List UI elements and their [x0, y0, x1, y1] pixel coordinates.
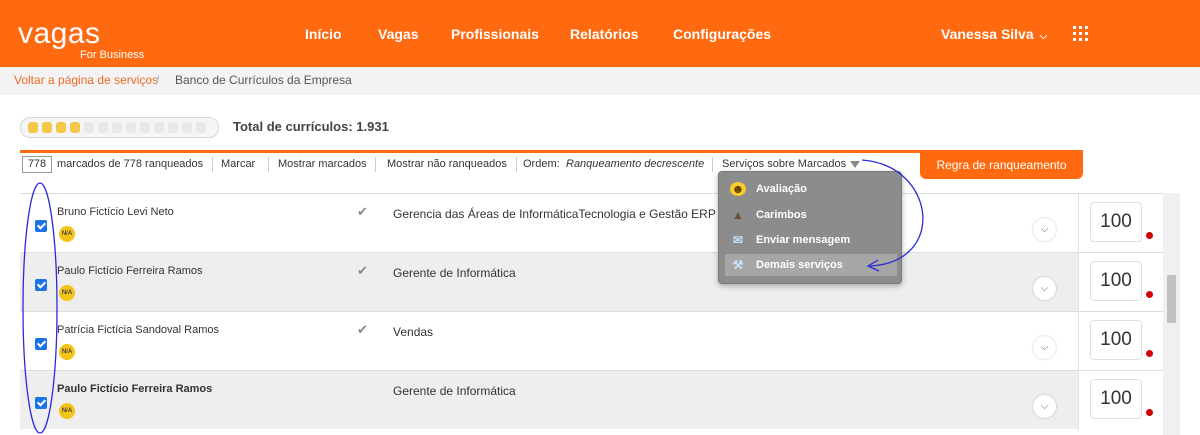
loading-progress-bar	[20, 117, 219, 138]
nav-inicio[interactable]: Início	[305, 26, 342, 42]
stamp-icon: ▲	[732, 208, 744, 222]
status-dot	[1146, 350, 1153, 357]
expand-chevron-icon[interactable]: ⌵	[1033, 218, 1056, 241]
nav-vagas[interactable]: Vagas	[378, 26, 418, 42]
logo-word: vagas	[18, 17, 101, 50]
marked-count-field[interactable]: 778	[22, 156, 52, 173]
table-row: Paulo Fictício Ferreira Ramos N/A ✔ Gere…	[20, 252, 1163, 312]
candidate-role: Gerente de Informática	[393, 384, 516, 398]
vertical-scrollbar[interactable]	[1163, 193, 1180, 435]
na-badge: N/A	[59, 226, 75, 242]
total-resumes: Total de currículos: 1.931	[233, 119, 389, 134]
na-badge: N/A	[59, 285, 75, 301]
order-label: Ordem:	[523, 158, 560, 170]
na-badge: N/A	[59, 403, 75, 419]
row-checkbox[interactable]	[35, 220, 47, 232]
mark-button[interactable]: Marcar	[221, 158, 255, 170]
score-cell: 100	[1078, 253, 1163, 312]
services-menu-button[interactable]: Serviços sobre Marcados	[722, 158, 861, 170]
grid-icon[interactable]	[1073, 26, 1088, 41]
services-menu-label: Serviços sobre Marcados	[722, 158, 847, 170]
user-menu[interactable]: Vanessa Silva ⌵	[941, 26, 1047, 42]
score-value[interactable]: 100	[1090, 202, 1142, 242]
smiley-icon: ☻	[730, 182, 746, 196]
wrench-icon: ⚒	[732, 258, 744, 272]
menu-item-label: Demais serviços	[756, 259, 843, 271]
caret-down-icon	[850, 160, 861, 168]
show-unranked-button[interactable]: Mostrar não ranqueados	[387, 158, 507, 170]
breadcrumb-current: Banco de Currículos da Empresa	[175, 73, 352, 87]
candidate-role: Gerente de Informática	[393, 266, 516, 280]
services-dropdown: ☻ Avaliação ▲ Carimbos ✉ Enviar mensagem…	[718, 171, 902, 284]
nav-configuracoes[interactable]: Configurações	[673, 26, 771, 42]
nav-relatorios[interactable]: Relatórios	[570, 26, 638, 42]
menu-item-label: Avaliação	[756, 183, 807, 195]
table-row: Bruno Fictício Levi Neto N/A ✔ Gerencia …	[20, 193, 1163, 253]
candidate-name[interactable]: Bruno Fictício Levi Neto	[57, 206, 174, 218]
score-value[interactable]: 100	[1090, 320, 1142, 360]
status-dot	[1146, 409, 1153, 416]
logo-subtitle: For Business	[80, 49, 145, 61]
breadcrumb-separator: /	[156, 73, 160, 87]
table-row: Patrícia Fictícia Sandoval Ramos N/A ✔ V…	[20, 311, 1163, 371]
back-to-services-link[interactable]: Voltar a página de serviços	[14, 73, 158, 87]
vagas-logo[interactable]: vagas For Business	[18, 17, 144, 62]
viewed-check-icon: ✔	[357, 263, 368, 278]
expand-chevron-icon[interactable]: ⌵	[1033, 395, 1056, 418]
candidate-name[interactable]: Paulo Fictício Ferreira Ramos	[57, 265, 203, 277]
score-cell: 100	[1078, 371, 1163, 430]
row-checkbox[interactable]	[35, 338, 47, 350]
viewed-check-icon: ✔	[357, 322, 368, 337]
breadcrumb: Voltar a página de serviços / Banco de C…	[0, 67, 1200, 95]
expand-chevron-icon[interactable]: ⌵	[1033, 336, 1056, 359]
menu-item-label: Carimbos	[756, 209, 807, 221]
row-checkbox[interactable]	[35, 397, 47, 409]
menu-item-demais-servicos[interactable]: ⚒ Demais serviços	[725, 254, 897, 276]
expand-chevron-icon[interactable]: ⌵	[1033, 277, 1056, 300]
top-nav-bar: vagas For Business Início Vagas Profissi…	[0, 0, 1200, 67]
marked-text: marcados de 778 ranqueados	[57, 158, 204, 170]
score-cell: 100	[1078, 194, 1163, 253]
order-select[interactable]: Ranqueamento decrescente	[566, 158, 704, 170]
ranking-rule-button[interactable]: Regra de ranqueamento	[920, 153, 1083, 179]
score-value[interactable]: 100	[1090, 261, 1142, 301]
candidate-role: Gerencia das Áreas de InformáticaTecnolo…	[393, 207, 716, 221]
status-dot	[1146, 291, 1153, 298]
score-cell: 100	[1078, 312, 1163, 371]
candidate-role: Vendas	[393, 325, 434, 339]
menu-item-avaliacao[interactable]: ☻ Avaliação	[725, 178, 897, 200]
status-dot	[1146, 232, 1153, 239]
menu-item-enviar-mensagem[interactable]: ✉ Enviar mensagem	[725, 229, 897, 251]
table-row: Paulo Fictício Ferreira Ramos N/A Gerent…	[20, 370, 1163, 430]
menu-item-label: Enviar mensagem	[756, 234, 851, 246]
na-badge: N/A	[59, 344, 75, 360]
row-checkbox[interactable]	[35, 279, 47, 291]
user-name: Vanessa Silva	[941, 26, 1034, 42]
menu-item-carimbos[interactable]: ▲ Carimbos	[725, 204, 897, 226]
scrollbar-thumb[interactable]	[1167, 275, 1176, 323]
candidate-name[interactable]: Paulo Fictício Ferreira Ramos	[57, 383, 212, 395]
viewed-check-icon: ✔	[357, 204, 368, 219]
nav-profissionais[interactable]: Profissionais	[451, 26, 539, 42]
envelope-icon: ✉	[732, 233, 744, 247]
chevron-down-icon: ⌵	[1039, 31, 1048, 42]
show-marked-button[interactable]: Mostrar marcados	[278, 158, 367, 170]
score-value[interactable]: 100	[1090, 379, 1142, 419]
candidate-name[interactable]: Patrícia Fictícia Sandoval Ramos	[57, 324, 219, 336]
resume-list: Bruno Fictício Levi Neto N/A ✔ Gerencia …	[20, 193, 1163, 435]
